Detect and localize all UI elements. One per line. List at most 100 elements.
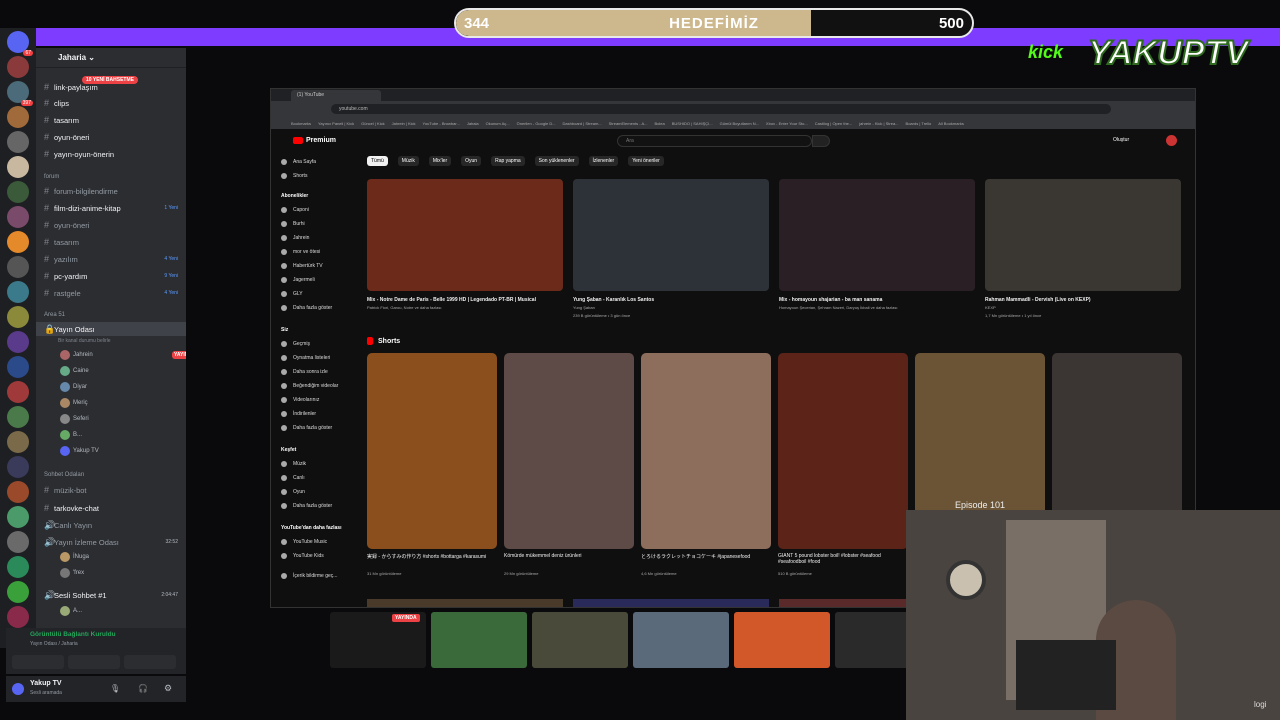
video-title[interactable]: Yung Şaban - Karanlık Los Santos: [573, 297, 769, 303]
channel-tarkovke-chat[interactable]: # tarkovke-chat: [36, 501, 186, 515]
server-icon[interactable]: [7, 556, 29, 578]
channel-tasarim-2[interactable]: # tasarım: [36, 235, 186, 249]
server-icon[interactable]: [7, 181, 29, 203]
screen-share-button[interactable]: [68, 655, 120, 669]
channel-yayin-izleme[interactable]: 🔊 Yayın İzleme Odası 32:52: [36, 535, 186, 549]
channel-pc-yardim[interactable]: # pc-yardım 9 Yeni: [36, 269, 186, 283]
server-icon[interactable]: [7, 606, 29, 628]
filter-chip[interactable]: Rap yapma: [491, 156, 525, 166]
short-title[interactable]: Kömürde mükemmel deniz ürünleri: [504, 553, 634, 559]
server-icon[interactable]: 67: [7, 31, 33, 56]
sidebar-you-item[interactable]: Beğendiğim videolar: [281, 383, 338, 389]
server-icon[interactable]: [7, 581, 29, 603]
stream-thumb[interactable]: [532, 612, 628, 668]
sidebar-subscription[interactable]: mor ve ötesi: [281, 249, 320, 255]
bookmark-item[interactable]: BUSHIDO | SAHIŞÇI...: [672, 121, 713, 126]
video-title[interactable]: Mix - Notre Dame de Paris - Belle 1999 H…: [367, 297, 563, 303]
camera-button[interactable]: [12, 655, 64, 669]
voice-user[interactable]: Meriç: [60, 396, 88, 410]
server-icon[interactable]: [7, 506, 29, 528]
gear-icon[interactable]: ⚙: [164, 683, 172, 694]
server-icon[interactable]: [7, 406, 29, 428]
sidebar-you-item[interactable]: Oynatma listeleri: [281, 355, 330, 361]
server-icon[interactable]: [7, 256, 29, 278]
voice-user[interactable]: B...: [60, 428, 82, 442]
sidebar-subscription[interactable]: Burhi: [281, 221, 305, 227]
short-thumbnail[interactable]: [778, 353, 908, 549]
sidebar-shorts[interactable]: Shorts: [281, 173, 307, 179]
channel-sesli-sohbet[interactable]: 🔊 Sesli Sohbet #1 2:04:47: [36, 588, 186, 602]
search-input[interactable]: Ara: [617, 135, 812, 147]
video-channel[interactable]: Patrick Fiori, Garou, Notre ve daha fazl…: [367, 305, 563, 310]
sidebar-subscriptions-header[interactable]: Abonelikler: [281, 193, 308, 199]
sidebar-you-item[interactable]: İndirilenler: [281, 411, 316, 417]
search-icon[interactable]: [812, 135, 830, 147]
server-icon[interactable]: [7, 281, 29, 303]
create-button[interactable]: Oluştur: [1113, 137, 1129, 143]
server-icon[interactable]: [7, 531, 29, 553]
channel-tasarim[interactable]: # tasarım: [36, 113, 186, 127]
channel-oyun-oneri[interactable]: # oyun-öneri: [36, 130, 186, 144]
bookmark-item[interactable]: Jahrein | Kick: [392, 121, 416, 126]
video-title[interactable]: Mix - homayoun shajarian - ba man sanama: [779, 297, 975, 303]
filter-chip[interactable]: Mix'ler: [428, 156, 452, 166]
bookmark-item[interactable]: Bolea: [655, 121, 665, 126]
bookmark-item[interactable]: Dashboard | Stream...: [563, 121, 602, 126]
sidebar-report[interactable]: İçerik bildirme geç...: [281, 573, 337, 579]
category-forum[interactable]: forum: [44, 174, 59, 180]
server-icon[interactable]: [7, 156, 29, 178]
server-icon[interactable]: [7, 431, 29, 453]
bookmark-item[interactable]: Yayıncı Paneli | Kick: [318, 121, 354, 126]
mic-icon[interactable]: 🎙: [110, 684, 120, 693]
channel-yazilim[interactable]: # yazılım 4 Yeni: [36, 252, 186, 266]
video-thumbnail[interactable]: [573, 599, 769, 607]
sidebar-more-item[interactable]: YouTube Kids: [281, 553, 324, 559]
stream-thumb[interactable]: [633, 612, 729, 668]
filter-chip[interactable]: Tümü: [367, 156, 388, 166]
voice-user[interactable]: JahreinYAYINDA: [60, 348, 186, 362]
connection-channel[interactable]: Yayın Odası / Jaharia: [30, 641, 78, 647]
channel-rastgele[interactable]: # rastgele 4 Yeni: [36, 286, 186, 300]
video-channel[interactable]: KEXP: [985, 305, 1181, 310]
server-icon[interactable]: [7, 131, 29, 153]
avatar[interactable]: [1166, 135, 1177, 146]
server-icon[interactable]: 397: [7, 81, 33, 106]
channel-clips[interactable]: # clips: [36, 96, 186, 110]
video-title[interactable]: Rahman Mammadli - Dervish (Live on KEXP): [985, 297, 1181, 303]
bookmark-item[interactable]: StreamElements - A...: [609, 121, 648, 126]
sidebar-subscription[interactable]: GLY: [281, 291, 303, 297]
server-icon[interactable]: [7, 331, 29, 353]
video-channel[interactable]: Homayoun Şecerian, Şehram Nazeri, Daryuş…: [779, 305, 975, 310]
voice-user[interactable]: Seferi: [60, 412, 89, 426]
filter-chip[interactable]: Yeni öneriler: [628, 156, 664, 166]
video-thumbnail[interactable]: [985, 179, 1181, 291]
voice-user[interactable]: Diyar: [60, 380, 87, 394]
sidebar-explore-item[interactable]: Oyun: [281, 489, 305, 495]
voice-user[interactable]: Caine: [60, 364, 89, 378]
category-area51[interactable]: Area 51: [44, 312, 65, 318]
channel-canli-yayin[interactable]: 🔊 Canlı Yayın: [36, 518, 186, 532]
video-thumbnail[interactable]: [779, 179, 975, 291]
short-thumbnail[interactable]: [641, 353, 771, 549]
voice-user[interactable]: İNuga: [60, 550, 89, 564]
sidebar-you-item[interactable]: Daha sonra izle: [281, 369, 328, 375]
bookmark-item[interactable]: Jahaia: [467, 121, 479, 126]
video-thumbnail[interactable]: [573, 179, 769, 291]
sidebar-subscription[interactable]: Caponi: [281, 207, 309, 213]
sidebar-subscription[interactable]: Habertürk TV: [281, 263, 323, 269]
sidebar-show-more[interactable]: Daha fazla göster: [281, 305, 332, 311]
bookmark-item[interactable]: All Bookmarks: [938, 121, 964, 126]
sidebar-more-header[interactable]: YouTube'dan daha fazlası: [281, 525, 341, 531]
sidebar-subscription[interactable]: Jahrein: [281, 235, 309, 241]
bookmark-item[interactable]: Castilog | Open the...: [815, 121, 853, 126]
channel-oyun-oneri-2[interactable]: # oyun-öneri: [36, 218, 186, 232]
sidebar-explore-item[interactable]: Canlı: [281, 475, 305, 481]
sidebar-you-item[interactable]: Geçmiş: [281, 341, 310, 347]
bookmark-item[interactable]: jahrein - Kick | Strea...: [859, 121, 898, 126]
server-icon[interactable]: [7, 381, 29, 403]
channel-muzik-bot[interactable]: # müzik-bot: [36, 483, 186, 497]
stream-thumb[interactable]: [734, 612, 830, 668]
server-icon[interactable]: [7, 56, 29, 78]
avatar[interactable]: [12, 683, 24, 695]
bookmark-item[interactable]: YouTube - Browbar...: [423, 121, 460, 126]
